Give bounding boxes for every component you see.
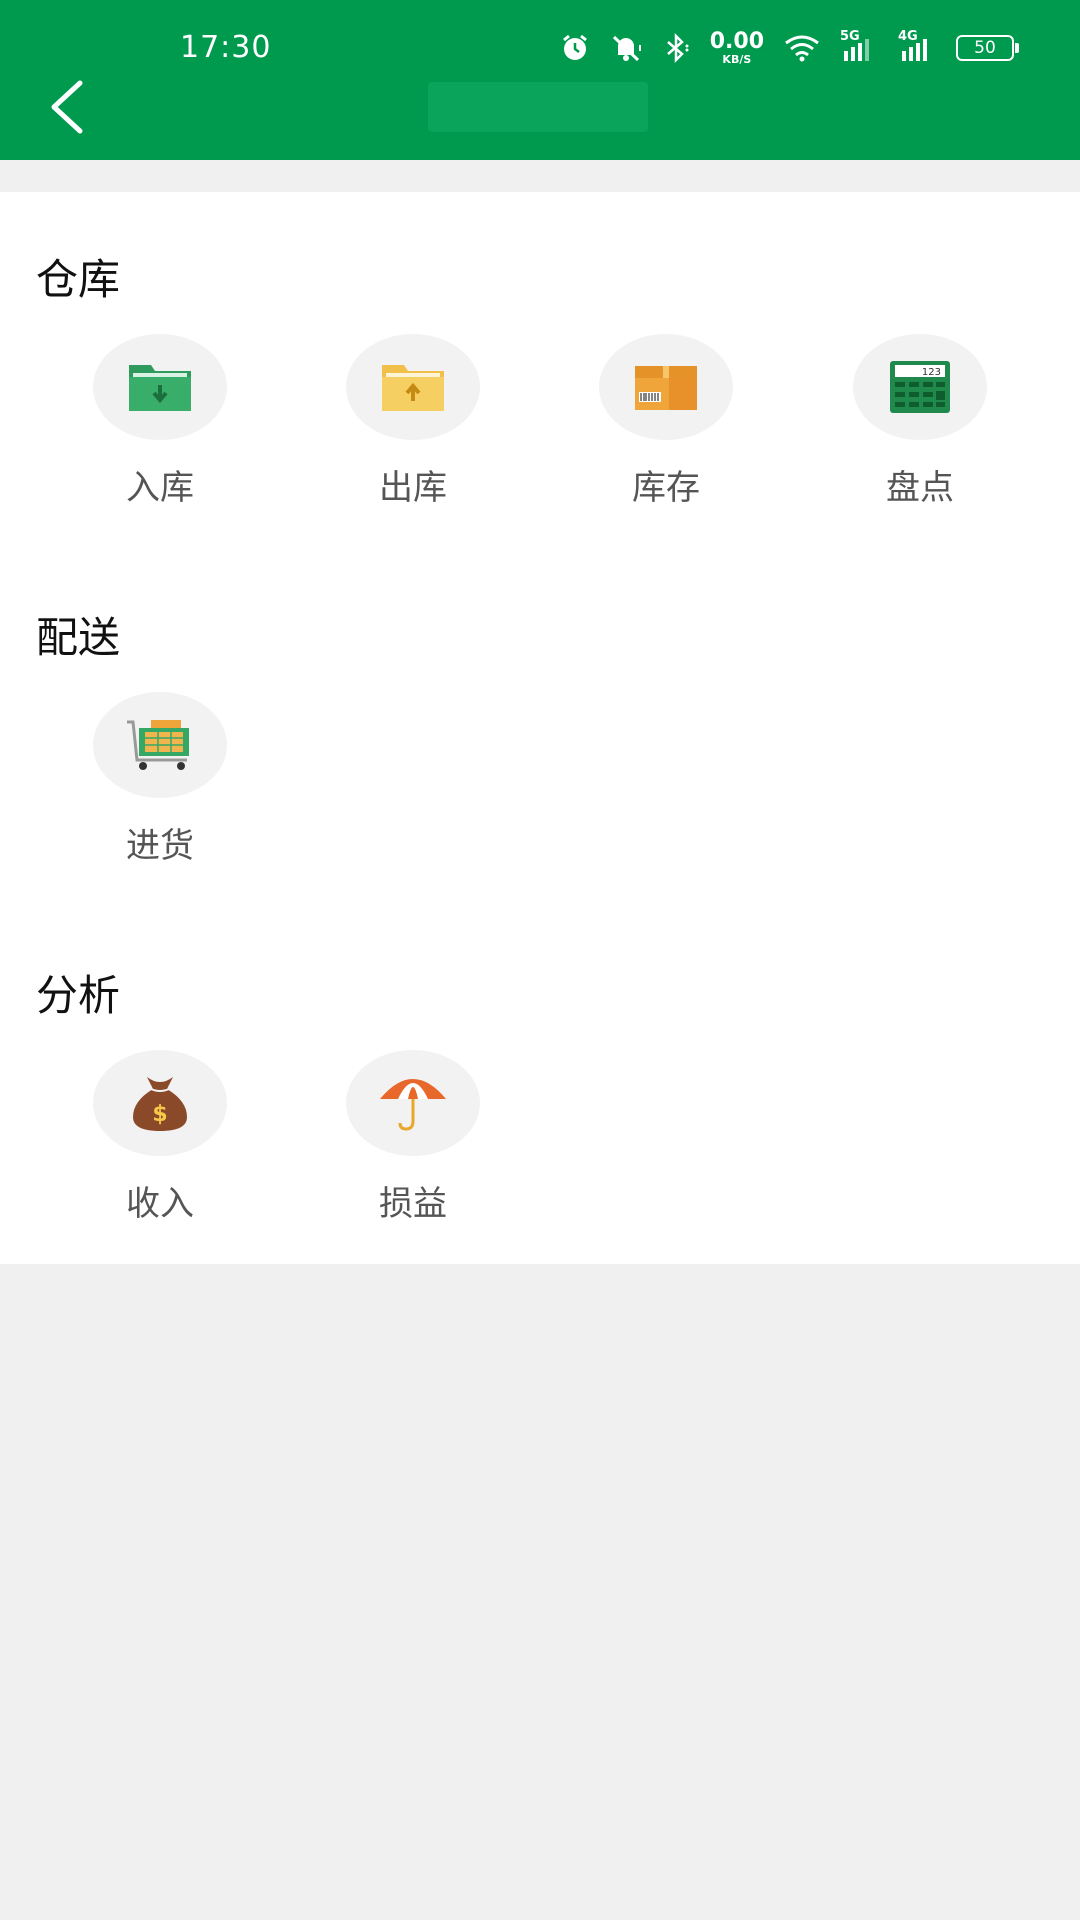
- icon-circle: [93, 692, 227, 798]
- umbrella-icon: [380, 1079, 446, 1131]
- icon-circle: [599, 334, 733, 440]
- icon-circle: [346, 1050, 480, 1156]
- signal-5g-label: 5G: [840, 29, 860, 44]
- mute-icon: [608, 33, 644, 63]
- signal-4g-icon: 4G: [898, 29, 938, 63]
- status-icons: 0.00 KB/S 5G 4G 50: [560, 29, 1019, 66]
- menu-item-inventory[interactable]: 库存: [566, 334, 766, 509]
- menu-item-label: 出库: [379, 468, 447, 508]
- chevron-left-icon: [51, 80, 83, 134]
- menu-item-purchase[interactable]: 进货: [60, 692, 260, 867]
- bluetooth-icon: [662, 33, 692, 63]
- box-icon: [635, 366, 697, 410]
- section-warehouse: 仓库 入库 出库 库存 123 盘点: [0, 246, 1080, 546]
- money-bag-icon: $: [133, 1077, 187, 1131]
- section-title-analysis: 分析: [36, 971, 121, 1020]
- net-speed: 0.00 KB/S: [709, 29, 764, 66]
- net-speed-value: 0.00: [709, 29, 764, 54]
- menu-item-outbound[interactable]: 出库: [313, 334, 513, 509]
- section-analysis: 分析 $ 收入 损益: [0, 962, 1080, 1262]
- alarm-icon: [560, 33, 590, 63]
- function-menu: 仓库 入库 出库 库存 123 盘点 配送 进货 分析 $ 收入 损益: [0, 192, 1080, 1264]
- signal-5g-icon: 5G: [840, 29, 880, 63]
- signal-4g-label: 4G: [898, 29, 918, 44]
- net-speed-unit: KB/S: [722, 53, 752, 66]
- wifi-icon: [782, 33, 822, 63]
- menu-item-label: 盘点: [886, 468, 954, 508]
- menu-item-stocktake[interactable]: 123 盘点: [820, 334, 1020, 509]
- icon-circle: $: [93, 1050, 227, 1156]
- svg-text:$: $: [152, 1102, 167, 1127]
- folder-out-icon: [382, 365, 444, 411]
- cart-icon: [127, 720, 189, 770]
- icon-circle: [346, 334, 480, 440]
- menu-item-inbound[interactable]: 入库: [60, 334, 260, 509]
- menu-item-label: 损益: [379, 1184, 447, 1224]
- menu-item-label: 入库: [126, 468, 194, 508]
- section-title-delivery: 配送: [36, 613, 121, 662]
- status-time: 17:30: [180, 30, 272, 65]
- menu-item-label: 库存: [632, 468, 700, 508]
- folder-in-icon: [129, 365, 191, 411]
- calculator-icon: 123: [890, 361, 950, 413]
- menu-item-income[interactable]: $ 收入: [60, 1050, 260, 1225]
- page-title: [428, 82, 648, 132]
- top-app-bar: 17:30 0.00 KB/S 5G 4G 50: [0, 0, 1080, 160]
- back-button[interactable]: [36, 72, 96, 142]
- svg-text:123: 123: [922, 367, 941, 378]
- section-delivery: 配送 进货: [0, 604, 1080, 904]
- icon-circle: 123: [853, 334, 987, 440]
- menu-item-profit-loss[interactable]: 损益: [313, 1050, 513, 1225]
- menu-item-label: 收入: [126, 1184, 194, 1224]
- menu-item-label: 进货: [126, 826, 194, 866]
- battery-icon: 50: [956, 35, 1019, 61]
- icon-circle: [93, 334, 227, 440]
- section-title-warehouse: 仓库: [36, 255, 121, 304]
